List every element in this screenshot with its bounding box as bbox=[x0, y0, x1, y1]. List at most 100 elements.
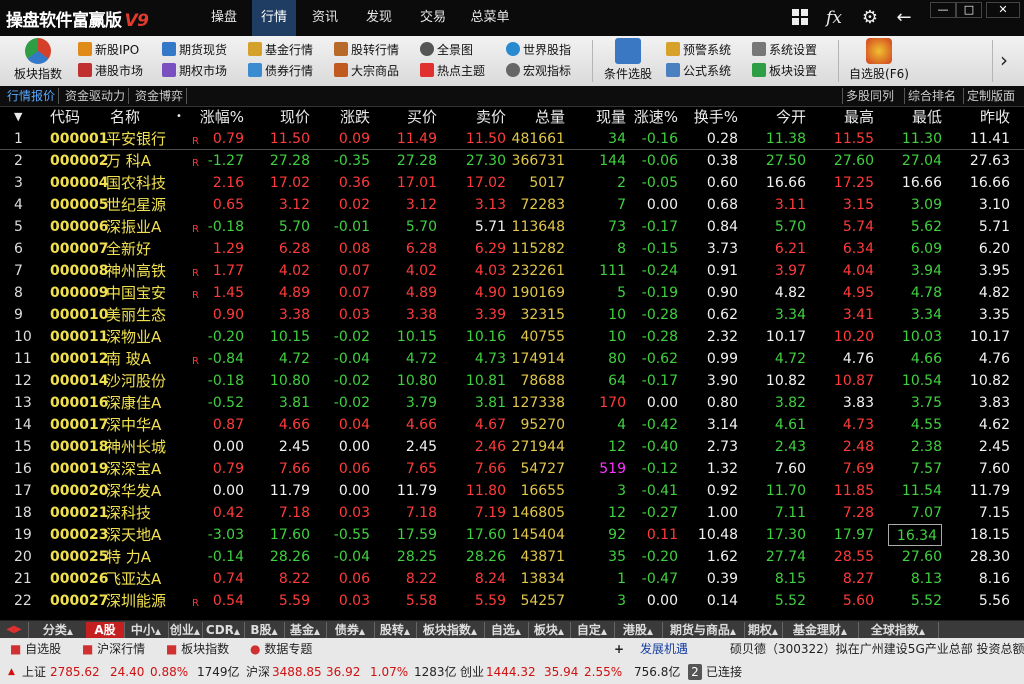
category-tab[interactable]: 基金▲ bbox=[284, 622, 327, 638]
toolbar-futures[interactable]: 期货现货 bbox=[162, 41, 227, 59]
col-price[interactable]: 现价 bbox=[260, 106, 310, 128]
category-tab[interactable]: 港股▲ bbox=[614, 622, 663, 638]
category-tab[interactable]: 自定▲ bbox=[570, 622, 615, 638]
menu-jiaoyi[interactable]: 交易 bbox=[410, 0, 456, 36]
info-data-topics[interactable]: ● 数据专题 bbox=[250, 641, 312, 657]
table-row[interactable]: 2 000002 万 科A R -1.27 27.28 -0.35 27.28 27.30 366… bbox=[0, 150, 1024, 172]
toolbar-stock-screener[interactable]: 条件选股 bbox=[600, 38, 656, 82]
table-row[interactable]: 13 000016 深康佳A -0.52 3.81 -0.02 3.79 3.81 127338… bbox=[0, 392, 1024, 414]
toolbar-sector-index[interactable]: 板块指数 bbox=[8, 38, 68, 82]
toolbar-alert[interactable]: 预警系统 bbox=[666, 41, 731, 59]
toolbar-ipo[interactable]: 新股IPO bbox=[78, 41, 139, 59]
table-row[interactable]: 7 000008 神州高铁 R 1.77 4.02 0.07 4.02 4.03 232261 11… bbox=[0, 260, 1024, 282]
tab-capital-drive[interactable]: 资金驱动力 bbox=[62, 88, 130, 104]
menu-faxian[interactable]: 发现 bbox=[356, 0, 402, 36]
formula-fx-icon[interactable]: fx bbox=[824, 8, 844, 28]
col-open[interactable]: 今开 bbox=[756, 106, 806, 128]
table-row[interactable]: 9 000010 美丽生态 0.90 3.38 0.03 3.38 3.39 32315 10 -0… bbox=[0, 304, 1024, 326]
toolbar-hot-topics[interactable]: 热点主题 bbox=[420, 62, 485, 80]
table-row[interactable]: 17 000020 深华发A 0.00 11.79 0.00 11.79 11.80 16655… bbox=[0, 480, 1024, 502]
table-row[interactable]: 10 000011 深物业A -0.20 10.15 -0.02 10.15 10.16 407… bbox=[0, 326, 1024, 348]
table-row[interactable]: 16 000019 深深宝A 0.79 7.66 0.06 7.65 7.66 54727 519… bbox=[0, 458, 1024, 480]
table-row[interactable]: 14 000017 深中华A 0.87 4.66 0.04 4.66 4.67 95270 4 -0… bbox=[0, 414, 1024, 436]
toolbar-panorama[interactable]: 全景图 bbox=[420, 41, 473, 59]
tab-scroll-arrows-icon[interactable]: ◀▶ bbox=[0, 622, 29, 638]
category-tab[interactable]: 股转▲ bbox=[374, 622, 417, 638]
col-ask[interactable]: 卖价 bbox=[456, 106, 506, 128]
news-ticker[interactable]: 硕贝德（300322）拟在广州建设5G产业总部 投资总额约 bbox=[730, 641, 1024, 657]
info-sector-index[interactable]: ■ 板块指数 bbox=[166, 641, 229, 657]
category-tab[interactable]: 全球指数▲ bbox=[858, 622, 939, 638]
table-row[interactable]: 20 000025 特 力A -0.14 28.26 -0.04 28.25 28.26 438… bbox=[0, 546, 1024, 568]
toolbar-system-settings[interactable]: 系统设置 bbox=[752, 41, 817, 59]
category-tab[interactable]: 板块指数▲ bbox=[416, 622, 485, 638]
menu-zixun[interactable]: 资讯 bbox=[302, 0, 348, 36]
sh-label[interactable]: 上证 bbox=[22, 664, 46, 680]
table-row[interactable]: 6 000007 全新好 1.29 6.28 0.08 6.28 6.29 115282 8 -0.… bbox=[0, 238, 1024, 260]
col-name[interactable]: 名称 bbox=[110, 106, 140, 128]
table-row[interactable]: 11 000012 南 玻A R -0.84 4.72 -0.04 4.72 4.73 17491… bbox=[0, 348, 1024, 370]
back-arrow-icon[interactable]: ← bbox=[894, 8, 914, 28]
tab-ranking[interactable]: 综合排名 bbox=[904, 88, 959, 104]
col-speed[interactable]: 涨速% bbox=[626, 106, 678, 128]
info-watchlist[interactable]: ■ 自选股 bbox=[10, 641, 61, 657]
tab-custom-layout[interactable]: 定制版面 bbox=[963, 88, 1018, 104]
category-tab[interactable]: 分类▲ bbox=[30, 622, 87, 638]
close-button[interactable]: ✕ bbox=[986, 2, 1020, 18]
info-market[interactable]: ■ 沪深行情 bbox=[82, 641, 145, 657]
layout-grid-icon[interactable] bbox=[790, 8, 810, 28]
col-change-pct[interactable]: 涨幅% bbox=[194, 106, 244, 128]
category-tab[interactable]: 创业▲ bbox=[168, 622, 203, 638]
col-change[interactable]: 涨跌 bbox=[320, 106, 370, 128]
toolbar-hk-market[interactable]: 港股市场 bbox=[78, 62, 143, 80]
menu-hangqing[interactable]: 行情 bbox=[252, 0, 296, 36]
category-tab[interactable]: 自选▲ bbox=[484, 622, 529, 638]
toolbar-sector-settings[interactable]: 板块设置 bbox=[752, 62, 817, 80]
table-row[interactable]: 15 000018 神州长城 0.00 2.45 0.00 2.45 2.46 271944 12… bbox=[0, 436, 1024, 458]
col-low[interactable]: 最低 bbox=[892, 106, 942, 128]
tab-quotes[interactable]: 行情报价 bbox=[4, 88, 60, 104]
col-high[interactable]: 最高 bbox=[824, 106, 874, 128]
table-row[interactable]: 3 000004 国农科技 2.16 17.02 0.36 17.01 17.02 5017 2-… bbox=[0, 172, 1024, 194]
toolbar-formula[interactable]: 公式系统 bbox=[666, 62, 731, 80]
gear-icon[interactable]: ⚙ bbox=[860, 8, 880, 28]
table-row[interactable]: 22 000027 深圳能源 R 0.54 5.59 0.03 5.58 5.59 54257 3 0… bbox=[0, 590, 1024, 612]
toolbar-options[interactable]: 期权市场 bbox=[162, 62, 227, 80]
category-tab[interactable]: 基金理财▲ bbox=[782, 622, 859, 638]
chevron-right-icon[interactable]: › bbox=[1000, 48, 1008, 72]
category-tab[interactable]: 期权▲ bbox=[744, 622, 783, 638]
table-row[interactable]: 1 000001 平安银行 R 0.79 11.50 0.09 11.49 11.50 48166… bbox=[0, 128, 1024, 150]
hs-label[interactable]: 沪深 bbox=[246, 664, 270, 680]
category-tab[interactable]: A股 bbox=[86, 622, 125, 638]
menu-caopan[interactable]: 操盘 bbox=[200, 0, 248, 36]
tab-capital-game[interactable]: 资金博弈 bbox=[132, 88, 188, 104]
table-row[interactable]: 8 000009 中国宝安 R 1.45 4.89 0.07 4.89 4.90 190169 5-… bbox=[0, 282, 1024, 304]
col-volume[interactable]: 总量 bbox=[515, 106, 565, 128]
category-tab[interactable]: 板块▲ bbox=[528, 622, 571, 638]
table-row[interactable]: 5 000006 深振业A R -0.18 5.70 -0.01 5.70 5.71 113648… bbox=[0, 216, 1024, 238]
toolbar-neeq[interactable]: 股转行情 bbox=[334, 41, 399, 59]
toolbar-fund[interactable]: 基金行情 bbox=[248, 41, 313, 59]
category-tab[interactable]: 期货与商品▲ bbox=[662, 622, 745, 638]
sort-arrow-icon[interactable]: ▼ bbox=[14, 106, 22, 128]
toolbar-watchlist[interactable]: 自选股(F6) bbox=[846, 38, 912, 82]
category-tab[interactable]: 债券▲ bbox=[326, 622, 375, 638]
menu-all[interactable]: 总菜单 bbox=[462, 0, 518, 36]
toolbar-commodities[interactable]: 大宗商品 bbox=[334, 62, 399, 80]
minimize-button[interactable]: — bbox=[930, 2, 956, 18]
table-row[interactable]: 18 000021 深科技 0.42 7.18 0.03 7.18 7.19 146805 12-… bbox=[0, 502, 1024, 524]
col-cur-volume[interactable]: 现量 bbox=[576, 106, 626, 128]
cy-label[interactable]: 创业 bbox=[460, 664, 484, 680]
tab-multi-stock[interactable]: 多股同列 bbox=[842, 88, 897, 104]
category-tab[interactable]: B股▲ bbox=[244, 622, 285, 638]
col-turnover[interactable]: 换手% bbox=[686, 106, 738, 128]
table-row[interactable]: 12 000014 沙河股份 -0.18 10.80 -0.02 10.80 10.81 786… bbox=[0, 370, 1024, 392]
table-row[interactable]: 21 000026 飞亚达A 0.74 8.22 0.06 8.22 8.24 13834 1 -0… bbox=[0, 568, 1024, 590]
col-bid[interactable]: 买价 bbox=[387, 106, 437, 128]
toolbar-bond[interactable]: 债券行情 bbox=[248, 62, 313, 80]
maximize-button[interactable]: □ bbox=[956, 2, 982, 18]
table-row[interactable]: 19 000023 深天地A -3.03 17.60 -0.55 17.59 17.60 145… bbox=[0, 524, 1024, 546]
table-row[interactable]: 4 000005 世纪星源 0.65 3.12 0.02 3.12 3.13 72283 7 0.0… bbox=[0, 194, 1024, 216]
plus-icon[interactable]: + bbox=[614, 641, 624, 657]
col-prev-close[interactable]: 昨收 bbox=[958, 106, 1010, 128]
